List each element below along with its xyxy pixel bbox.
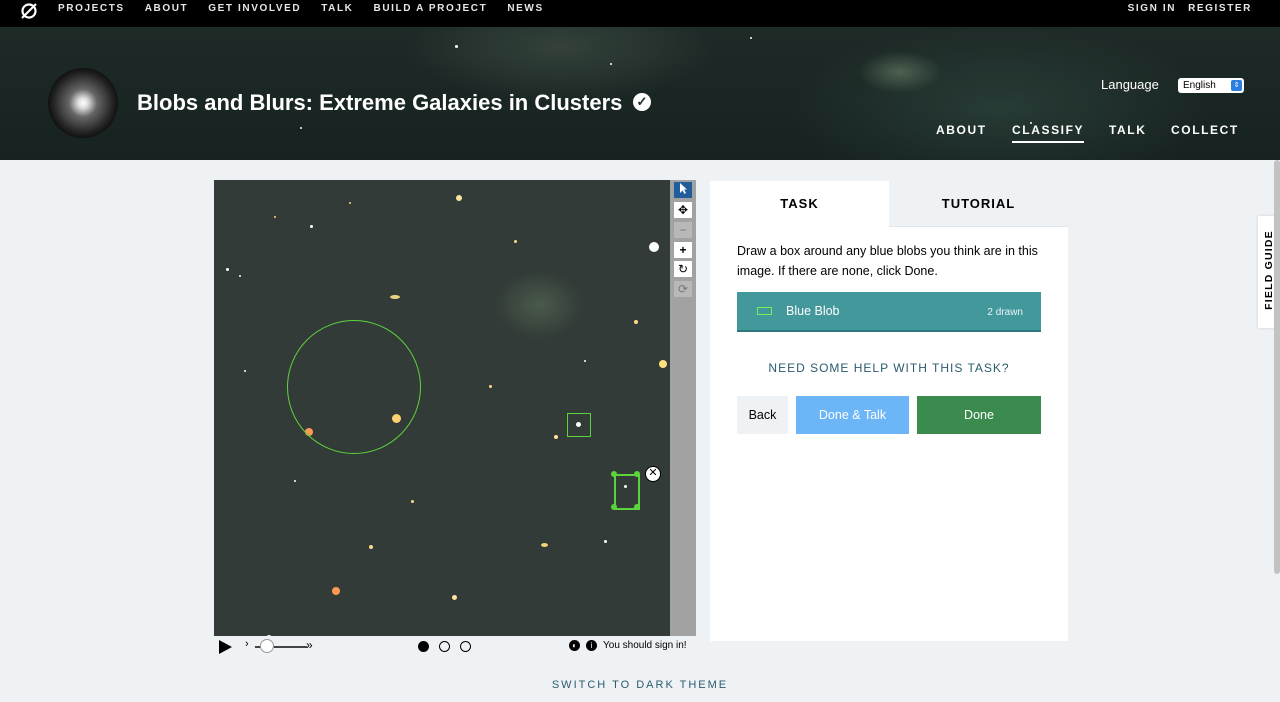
back-button[interactable]: Back: [737, 396, 788, 434]
nav-about[interactable]: ABOUT: [145, 0, 189, 20]
project-nav-classify[interactable]: CLASSIFY: [1012, 123, 1085, 143]
nav-build-project[interactable]: BUILD A PROJECT: [374, 0, 488, 20]
nav-talk[interactable]: TALK: [321, 0, 353, 20]
project-avatar[interactable]: [48, 68, 118, 138]
language-label: Language: [1101, 77, 1159, 92]
pan-icon[interactable]: ✥: [674, 202, 692, 218]
nav-news[interactable]: NEWS: [507, 0, 543, 20]
site-header: PROJECTS ABOUT GET INVOLVED TALK BUILD A…: [0, 0, 1280, 27]
check-badge-icon: ✓: [633, 93, 651, 111]
subject-image[interactable]: ✕: [214, 180, 670, 636]
play-icon[interactable]: [219, 640, 232, 654]
done-button[interactable]: Done: [917, 396, 1041, 434]
frame-dot-3[interactable]: [460, 641, 471, 652]
zoom-in-icon[interactable]: +: [674, 242, 692, 258]
task-instruction: Draw a box around any blue blobs you thi…: [737, 244, 1038, 278]
language-select[interactable]: English ⇕: [1178, 78, 1244, 93]
rectangle-tool-icon: [757, 307, 772, 315]
frame-dot-2[interactable]: [439, 641, 450, 652]
tab-task[interactable]: TASK: [710, 181, 889, 226]
resize-handle[interactable]: [611, 471, 617, 477]
reset-icon[interactable]: ⟳: [674, 281, 692, 297]
done-and-talk-button[interactable]: Done & Talk: [796, 396, 909, 434]
site-nav: PROJECTS ABOUT GET INVOLVED TALK BUILD A…: [58, 0, 564, 20]
image-toolbar: ✥ − + ↻ ⟳: [670, 180, 696, 636]
page-scrollbar[interactable]: [1274, 160, 1280, 574]
tab-tutorial[interactable]: TUTORIAL: [889, 181, 1068, 227]
fast-icon: »: [306, 638, 313, 652]
language-value: English: [1183, 80, 1216, 91]
blue-blob-tool[interactable]: Blue Blob 2 drawn: [737, 292, 1041, 332]
resize-handle[interactable]: [611, 504, 617, 510]
slow-icon: ›: [245, 638, 249, 650]
project-title[interactable]: Blobs and Blurs: Extreme Galaxies in Clu…: [137, 89, 622, 117]
register-link[interactable]: REGISTER: [1188, 0, 1252, 17]
project-nav-collect[interactable]: COLLECT: [1171, 123, 1239, 137]
blue-blob-box[interactable]: [567, 413, 591, 437]
speed-slider-knob[interactable]: [260, 639, 274, 653]
tool-label: Blue Blob: [786, 304, 840, 318]
invert-icon[interactable]: ◐: [569, 640, 580, 651]
project-nav-about[interactable]: ABOUT: [936, 123, 987, 137]
sign-in-note: You should sign in!: [603, 640, 687, 651]
help-link[interactable]: NEED SOME HELP WITH THIS TASK?: [710, 361, 1068, 375]
project-nav-talk[interactable]: TALK: [1109, 123, 1147, 137]
frame-dot-1[interactable]: [418, 641, 429, 652]
close-circle-icon[interactable]: ✕: [645, 466, 661, 482]
nav-get-involved[interactable]: GET INVOLVED: [208, 0, 301, 20]
nav-projects[interactable]: PROJECTS: [58, 0, 125, 20]
resize-handle[interactable]: [634, 504, 640, 510]
account-links: SIGN IN REGISTER: [1116, 0, 1252, 17]
sign-in-link[interactable]: SIGN IN: [1128, 0, 1176, 17]
dark-theme-toggle[interactable]: SWITCH TO DARK THEME: [0, 679, 1280, 691]
zooniverse-logo-icon[interactable]: [20, 2, 38, 20]
project-banner: Blobs and Blurs: Extreme Galaxies in Clu…: [0, 27, 1280, 160]
resize-handle[interactable]: [634, 471, 640, 477]
select-arrows-icon: ⇕: [1231, 80, 1242, 91]
viewer-controls: › » ◐ i You should sign in!: [214, 636, 698, 658]
circle-annotation[interactable]: [287, 320, 421, 454]
info-icon[interactable]: i: [586, 640, 597, 651]
zoom-out-icon[interactable]: −: [674, 222, 692, 238]
rotate-icon[interactable]: ↻: [674, 261, 692, 277]
task-panel: TASK TUTORIAL Draw a box around any blue…: [710, 181, 1068, 641]
galaxy-nebula: [494, 270, 584, 340]
drawn-count: 2 drawn: [987, 307, 1023, 318]
pointer-icon[interactable]: [674, 182, 692, 198]
